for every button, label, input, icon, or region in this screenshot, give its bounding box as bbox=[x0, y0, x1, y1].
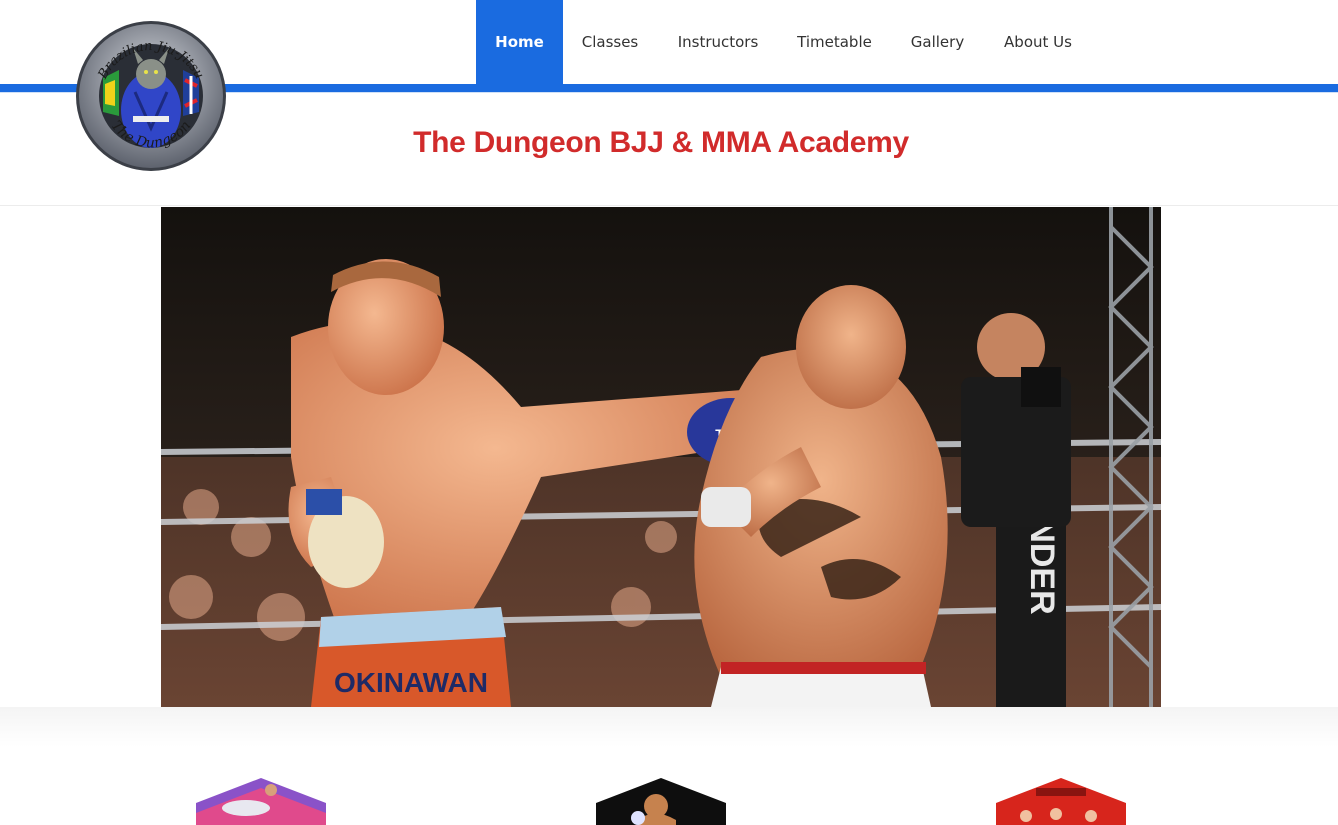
nav-instructors[interactable]: Instructors bbox=[657, 0, 779, 84]
thumb-kids[interactable] bbox=[996, 778, 1126, 825]
thumb-mma[interactable] bbox=[596, 778, 726, 825]
nav-classes[interactable]: Classes bbox=[563, 0, 657, 84]
academy-logo[interactable]: Brazilian Jiu-Jitsu The Dungeon bbox=[75, 20, 227, 172]
nav-gallery[interactable]: Gallery bbox=[890, 0, 985, 84]
hero-image: CONTENDER OKINAWAN TAKI bbox=[161, 207, 1161, 707]
nav-home[interactable]: Home bbox=[476, 0, 563, 84]
site-header: Home Classes Instructors Timetable Galle… bbox=[0, 0, 1338, 206]
shorts-text: OKINAWAN bbox=[334, 667, 488, 698]
nav-timetable[interactable]: Timetable bbox=[779, 0, 890, 84]
thumb-bjj[interactable] bbox=[196, 778, 326, 825]
main-nav: Home Classes Instructors Timetable Galle… bbox=[476, 0, 1091, 84]
nav-about-us[interactable]: About Us bbox=[985, 0, 1091, 84]
